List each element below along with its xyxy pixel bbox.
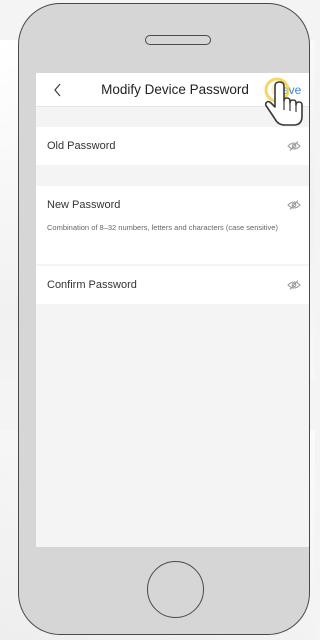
password-hint: Combination of 8–32 numbers, letters and… bbox=[47, 223, 278, 232]
new-password-label: New Password bbox=[47, 199, 121, 211]
divider bbox=[36, 219, 309, 220]
old-password-field[interactable]: Old Password bbox=[36, 127, 309, 165]
confirm-password-field[interactable]: Confirm Password bbox=[36, 266, 309, 304]
eye-off-icon[interactable] bbox=[287, 141, 301, 151]
hand-pointer-icon bbox=[264, 77, 303, 126]
chevron-left-icon bbox=[54, 83, 61, 97]
app-screen: Modify Device Password Save Old Password… bbox=[36, 73, 309, 547]
page-title: Modify Device Password bbox=[101, 82, 249, 97]
eye-off-icon[interactable] bbox=[287, 200, 301, 210]
phone-home-button[interactable] bbox=[147, 561, 204, 618]
old-password-label: Old Password bbox=[47, 140, 116, 152]
new-password-field[interactable]: New Password Combination of 8–32 numbers… bbox=[36, 186, 309, 264]
confirm-password-label: Confirm Password bbox=[47, 279, 137, 291]
eye-off-icon[interactable] bbox=[287, 280, 301, 290]
back-button[interactable] bbox=[50, 82, 66, 98]
phone-speaker bbox=[145, 35, 211, 45]
